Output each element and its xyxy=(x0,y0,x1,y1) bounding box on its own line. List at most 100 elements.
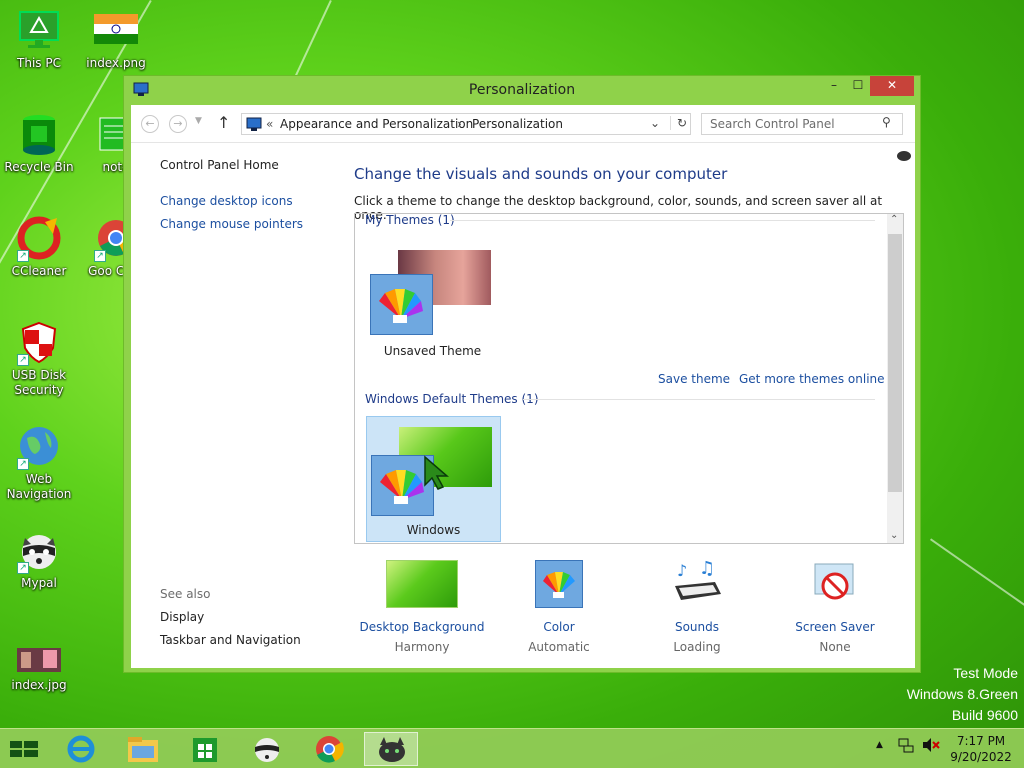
desktop-background-value: Harmony xyxy=(394,640,450,654)
sounds-setting[interactable]: ♪ ♫ Sounds Loading xyxy=(632,558,762,654)
screen-saver-value: None xyxy=(819,640,851,654)
taskbar-file-explorer[interactable] xyxy=(116,732,170,766)
test-mode-watermark: Test Mode Windows 8.Green Build 9600 xyxy=(907,663,1018,726)
ccleaner-icon: ↗ xyxy=(17,216,61,262)
folder-icon xyxy=(128,737,158,762)
scroll-up-arrow-icon[interactable]: ⌃ xyxy=(890,214,898,225)
volume-muted-icon[interactable] xyxy=(922,737,940,756)
desktop-icon-recycle-bin[interactable]: Recycle Bin xyxy=(3,112,75,175)
desktop-icon-mypal[interactable]: ↗ Mypal xyxy=(3,528,75,591)
svg-text:♫: ♫ xyxy=(699,560,715,579)
screen-saver-setting[interactable]: Screen Saver None xyxy=(770,560,900,654)
desktop-icon-label: index.jpg xyxy=(11,678,67,692)
windows-theme-label: Windows xyxy=(406,523,461,537)
chevron-down-icon[interactable]: ⌄ xyxy=(650,116,660,130)
mouse-cursor-icon xyxy=(423,455,450,494)
title-bar[interactable]: Personalization – ☐ ✕ xyxy=(124,76,920,104)
start-button[interactable] xyxy=(0,732,48,766)
navigation-bar: ← → ▼ ↑ « Appearance and Personalization… xyxy=(131,105,915,143)
desktop-icon-ccleaner[interactable]: ↗ CCleaner xyxy=(3,216,75,279)
shortcut-arrow-icon: ↗ xyxy=(17,250,29,262)
screen-saver-none-icon xyxy=(811,560,859,608)
desktop-icon-label: CCleaner xyxy=(11,264,67,278)
network-icon[interactable] xyxy=(898,737,914,756)
sounds-value: Loading xyxy=(673,640,721,654)
sounds-keyboard-icon: ♪ ♫ xyxy=(671,558,723,608)
address-bar[interactable]: « Appearance and Personalization › Perso… xyxy=(241,113,691,135)
desktop-icon-this-pc[interactable]: This PC xyxy=(3,8,75,71)
control-panel-icon xyxy=(246,116,262,135)
sounds-label[interactable]: Sounds xyxy=(632,620,762,634)
desktop-icon-label: USB Disk Security xyxy=(11,368,67,397)
desktop-icon-label: This PC xyxy=(17,56,61,70)
unsaved-theme-label: Unsaved Theme xyxy=(383,344,482,358)
watermark-line: Windows 8.Green xyxy=(906,686,1018,702)
get-more-themes-link[interactable]: Get more themes online xyxy=(739,372,885,386)
theme-list-scrollbar[interactable]: ⌃ ⌄ xyxy=(887,214,903,543)
show-hidden-icons-button[interactable]: ▲ xyxy=(876,740,883,750)
taskbar-navigation-link[interactable]: Taskbar and Navigation xyxy=(160,633,301,647)
up-arrow-icon[interactable]: ↑ xyxy=(217,113,230,132)
page-title: Change the visuals and sounds on your co… xyxy=(354,165,728,183)
theme-list: My Themes (1) Unsaved Theme Save theme G… xyxy=(354,213,904,544)
back-button[interactable]: ← xyxy=(141,115,159,133)
window-title: Personalization xyxy=(468,82,576,98)
search-input[interactable]: Search Control Panel xyxy=(710,117,835,131)
unsaved-theme-tile[interactable]: Unsaved Theme xyxy=(370,250,500,360)
help-icon[interactable] xyxy=(897,151,911,161)
windows-theme-tile[interactable]: Windows xyxy=(366,416,501,542)
color-value: Automatic xyxy=(528,640,590,654)
scroll-down-arrow-icon[interactable]: ⌄ xyxy=(890,530,898,541)
shortcut-arrow-icon: ↗ xyxy=(94,250,106,262)
recycle-bin-icon xyxy=(17,112,61,156)
desktop-icon-label: Mypal xyxy=(21,576,57,590)
close-button[interactable]: ✕ xyxy=(870,76,914,96)
desktop-icon-label: Web Navigation xyxy=(6,472,72,501)
shortcut-arrow-icon: ↗ xyxy=(17,458,29,470)
watermark-line: Build 9600 xyxy=(951,707,1018,723)
maximize-button[interactable]: ☐ xyxy=(844,76,872,96)
taskbar-internet-explorer[interactable] xyxy=(54,732,108,766)
display-link[interactable]: Display xyxy=(160,610,204,624)
desktop-background-setting[interactable]: Desktop Background Harmony xyxy=(357,560,487,654)
scrollbar-thumb[interactable] xyxy=(888,234,902,492)
internet-explorer-icon xyxy=(67,735,95,763)
svg-text:♪: ♪ xyxy=(677,561,687,580)
taskbar-personalization[interactable] xyxy=(364,732,418,766)
breadcrumb-arrow: › xyxy=(457,117,462,131)
windows-logo-icon xyxy=(10,741,38,757)
clock[interactable]: 7:17 PM 9/20/2022 xyxy=(946,733,1016,765)
refresh-icon[interactable]: ↻ xyxy=(670,116,687,130)
breadcrumb-appearance[interactable]: Appearance and Personalization xyxy=(280,117,473,131)
taskbar-chrome[interactable] xyxy=(302,732,356,766)
screen-saver-label[interactable]: Screen Saver xyxy=(770,620,900,634)
change-desktop-icons-link[interactable]: Change desktop icons xyxy=(160,194,293,208)
personalization-cat-icon xyxy=(379,737,405,762)
desktop-icon-usb-disk-security[interactable]: ↗ USB Disk Security xyxy=(3,320,75,398)
desktop-icon-index-jpg[interactable]: index.jpg xyxy=(3,646,75,693)
desktop-icon-index-png[interactable]: index.png xyxy=(80,8,152,71)
group-divider xyxy=(523,399,875,400)
save-theme-link[interactable]: Save theme xyxy=(658,372,730,386)
change-mouse-pointers-link[interactable]: Change mouse pointers xyxy=(160,217,303,231)
control-panel-home-link[interactable]: Control Panel Home xyxy=(160,158,279,172)
color-palette-icon xyxy=(535,560,583,608)
color-label[interactable]: Color xyxy=(494,620,624,634)
taskbar-mypal[interactable] xyxy=(240,732,294,766)
recent-locations-dropdown-icon[interactable]: ▼ xyxy=(195,116,202,126)
clock-date: 9/20/2022 xyxy=(950,750,1012,764)
search-icon[interactable]: ⚲ xyxy=(882,115,891,129)
search-box[interactable]: Search Control Panel ⚲ xyxy=(701,113,903,135)
desktop-icon-web-navigation[interactable]: ↗ Web Navigation xyxy=(3,424,75,502)
desktop-icon-label: Recycle Bin xyxy=(4,160,74,174)
taskbar-store[interactable] xyxy=(178,732,232,766)
raccoon-icon: ↗ xyxy=(17,528,61,574)
desktop-background-label[interactable]: Desktop Background xyxy=(357,620,487,634)
breadcrumb-personalization[interactable]: Personalization xyxy=(472,117,563,131)
forward-button[interactable]: → xyxy=(169,115,187,133)
shield-icon: ↗ xyxy=(17,320,61,366)
desktop-background-icon xyxy=(386,560,458,608)
color-setting[interactable]: Color Automatic xyxy=(494,560,624,654)
shortcut-arrow-icon: ↗ xyxy=(17,562,29,574)
image-thumbnail-icon xyxy=(17,646,61,674)
